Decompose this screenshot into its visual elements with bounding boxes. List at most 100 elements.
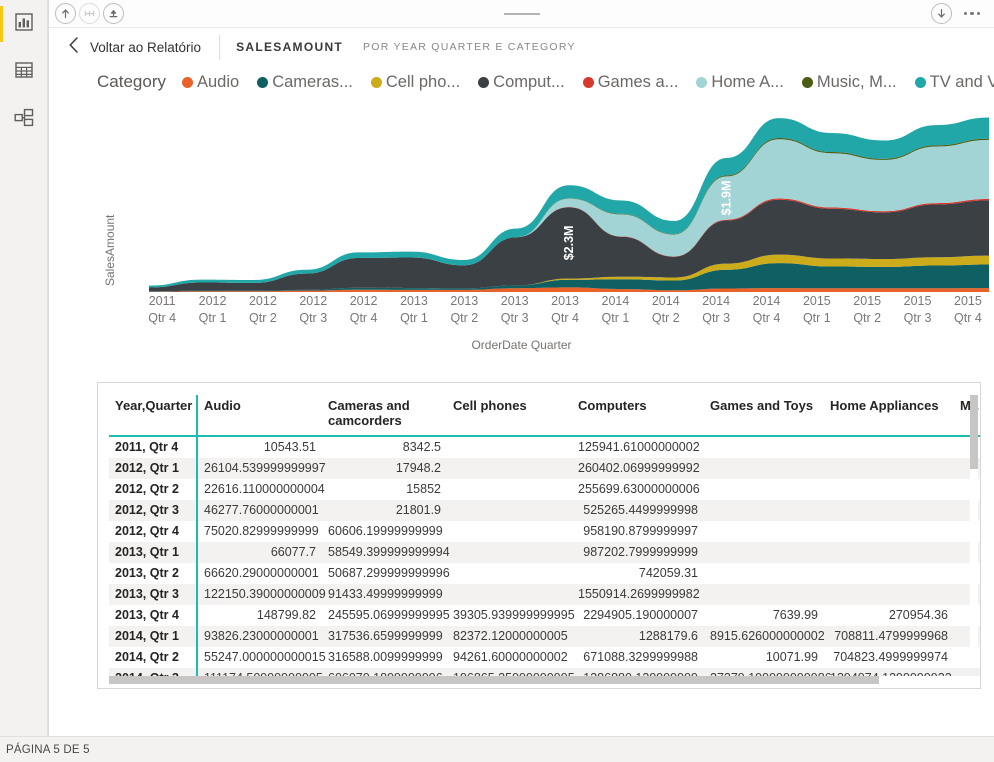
table-cell [704, 584, 824, 605]
chevron-left-icon [67, 36, 81, 59]
expand-next-level-button[interactable] [79, 3, 100, 24]
column-header[interactable]: Computers [572, 395, 704, 436]
table-row[interactable]: 2012, Qtr 126104.53999999999717948.22604… [109, 458, 981, 479]
table-cell [447, 563, 572, 584]
table-cell: 26104.539999999997 [197, 458, 322, 479]
table-cell: 21801.9 [322, 500, 447, 521]
row-header-cell: 2013, Qtr 3 [109, 584, 197, 605]
legend-item-audio[interactable]: Audio [182, 73, 239, 92]
focus-bar [504, 13, 540, 15]
drill-controls [49, 3, 124, 24]
legend-item-music-movies[interactable]: Music, M... [802, 73, 897, 92]
sidebar-item-report-view[interactable] [0, 0, 48, 48]
table-cell: 148799.82 [197, 605, 322, 626]
report-canvas: Voltar ao Relatório SalesAmount por Year… [48, 0, 994, 736]
toolbar-right-controls [931, 3, 994, 24]
table-row[interactable]: 2013, Qtr 4148799.82245595.0699999999539… [109, 605, 981, 626]
horizontal-scrollbar[interactable] [109, 676, 981, 684]
bar-chart-icon [14, 12, 34, 37]
legend-color-swatch [802, 77, 813, 88]
table-row[interactable]: 2013, Qtr 166077.758549.3999999999949872… [109, 542, 981, 563]
table-cell: 671088.3299999988 [572, 647, 704, 668]
vertical-scrollbar-thumb[interactable] [970, 395, 978, 469]
ellipsis-dot [970, 12, 974, 16]
more-options-button[interactable] [962, 8, 983, 20]
matrix-body: 2011, Qtr 410543.518342.5125941.61000000… [109, 436, 981, 678]
x-axis-tick: 2015Qtr 2 [842, 293, 892, 335]
table-cell: 742059.31 [572, 563, 704, 584]
sidebar-item-data-view[interactable] [0, 48, 48, 96]
power-bi-report-window: Voltar ao Relatório SalesAmount por Year… [0, 0, 994, 762]
x-axis-tick: 2013Qtr 4 [540, 293, 590, 335]
legend-item-tv-and-video[interactable]: TV and V... [915, 73, 994, 92]
legend-item-label: Cell pho... [386, 73, 460, 92]
table-cell: 1288179.6 [572, 626, 704, 647]
column-header[interactable]: Games and Toys [704, 395, 824, 436]
legend-color-swatch [257, 77, 268, 88]
table-cell: 317536.6599999999 [322, 626, 447, 647]
legend-title: Category [97, 72, 166, 92]
drill-up-button[interactable] [55, 3, 76, 24]
vertical-scrollbar[interactable] [970, 395, 978, 667]
left-navigation-rail [0, 0, 48, 736]
table-cell [824, 479, 954, 500]
sidebar-item-model-view[interactable] [0, 96, 48, 144]
table-row[interactable]: 2012, Qtr 475020.8299999999960606.199999… [109, 521, 981, 542]
table-cell [824, 521, 954, 542]
row-header-cell: 2013, Qtr 4 [109, 605, 197, 626]
x-axis-tick: 2014Qtr 2 [641, 293, 691, 335]
drill-down-toggle-button[interactable] [103, 3, 124, 24]
ellipsis-dot [977, 12, 981, 16]
table-row[interactable]: 2013, Qtr 3122150.3900000000991433.49999… [109, 584, 981, 605]
matrix-visual[interactable]: Year,QuarterAudioCameras and camcordersC… [97, 382, 981, 689]
column-header[interactable]: Cell phones [447, 395, 572, 436]
legend-item-cameras[interactable]: Cameras... [257, 73, 353, 92]
table-cell: 46277.76000000001 [197, 500, 322, 521]
drill-down-button[interactable] [931, 3, 952, 24]
table-row[interactable]: 2014, Qtr 193826.23000000001317536.65999… [109, 626, 981, 647]
table-cell [824, 584, 954, 605]
legend-item-cell-phones[interactable]: Cell pho... [371, 73, 460, 92]
table-cell: 10543.51 [197, 436, 322, 458]
column-header[interactable]: Audio [197, 395, 322, 436]
table-cell: 8342.5 [322, 436, 447, 458]
legend-item-home-appliances[interactable]: Home A... [696, 73, 783, 92]
table-row[interactable]: 2011, Qtr 410543.518342.5125941.61000000… [109, 436, 981, 458]
table-row[interactable]: 2012, Qtr 346277.7600000000121801.952526… [109, 500, 981, 521]
table-row[interactable]: 2012, Qtr 222616.11000000000415852255699… [109, 479, 981, 500]
row-header-cell: 2012, Qtr 1 [109, 458, 197, 479]
matrix-scroll-viewport[interactable]: Year,QuarterAudioCameras and camcordersC… [109, 395, 981, 678]
x-axis-tick: 2012Qtr 1 [187, 293, 237, 335]
table-cell [704, 521, 824, 542]
table-cell [824, 436, 954, 458]
table-cell: 255699.63000000006 [572, 479, 704, 500]
legend-item-computers[interactable]: Comput... [478, 73, 565, 92]
table-cell [447, 500, 572, 521]
back-to-report-button[interactable]: Voltar ao Relatório [67, 36, 201, 59]
table-row[interactable]: 2013, Qtr 266620.2900000000150687.299999… [109, 563, 981, 584]
visual-subtitle: por Year Quarter e Category [363, 41, 576, 53]
row-header-cell: 2013, Qtr 2 [109, 563, 197, 584]
visual-title: SalesAmount [236, 40, 343, 54]
stacked-area-chart[interactable]: SalesAmount $2.3M$1.9M 2011Qtr 42012Qtr … [49, 98, 994, 348]
legend-item-label: Audio [197, 73, 239, 92]
column-header[interactable]: Year,Quarter [109, 395, 197, 436]
x-axis-tick: 2012Qtr 4 [338, 293, 388, 335]
table-cell: 122150.39000000009 [197, 584, 322, 605]
x-axis-tick: 2013Qtr 3 [490, 293, 540, 335]
expand-down-level-icon [83, 7, 96, 20]
table-cell: 94261.60000000002 [447, 647, 572, 668]
table-cell: 245595.06999999995 [322, 605, 447, 626]
table-cell: 15852 [322, 479, 447, 500]
chart-plot-area[interactable]: $2.3M$1.9M [137, 104, 993, 296]
header-divider [219, 35, 220, 60]
table-cell: 704823.4999999974 [824, 647, 954, 668]
column-header[interactable]: Home Appliances [824, 395, 954, 436]
table-row[interactable]: 2014, Qtr 255247.000000000015316588.0099… [109, 647, 981, 668]
table-cell: 82372.12000000005 [447, 626, 572, 647]
column-header[interactable]: Cameras and camcorders [322, 395, 447, 436]
table-cell [447, 542, 572, 563]
table-cell: 10071.99 [704, 647, 824, 668]
horizontal-scrollbar-thumb[interactable] [109, 676, 879, 684]
legend-item-games-and-toys[interactable]: Games a... [583, 73, 679, 92]
